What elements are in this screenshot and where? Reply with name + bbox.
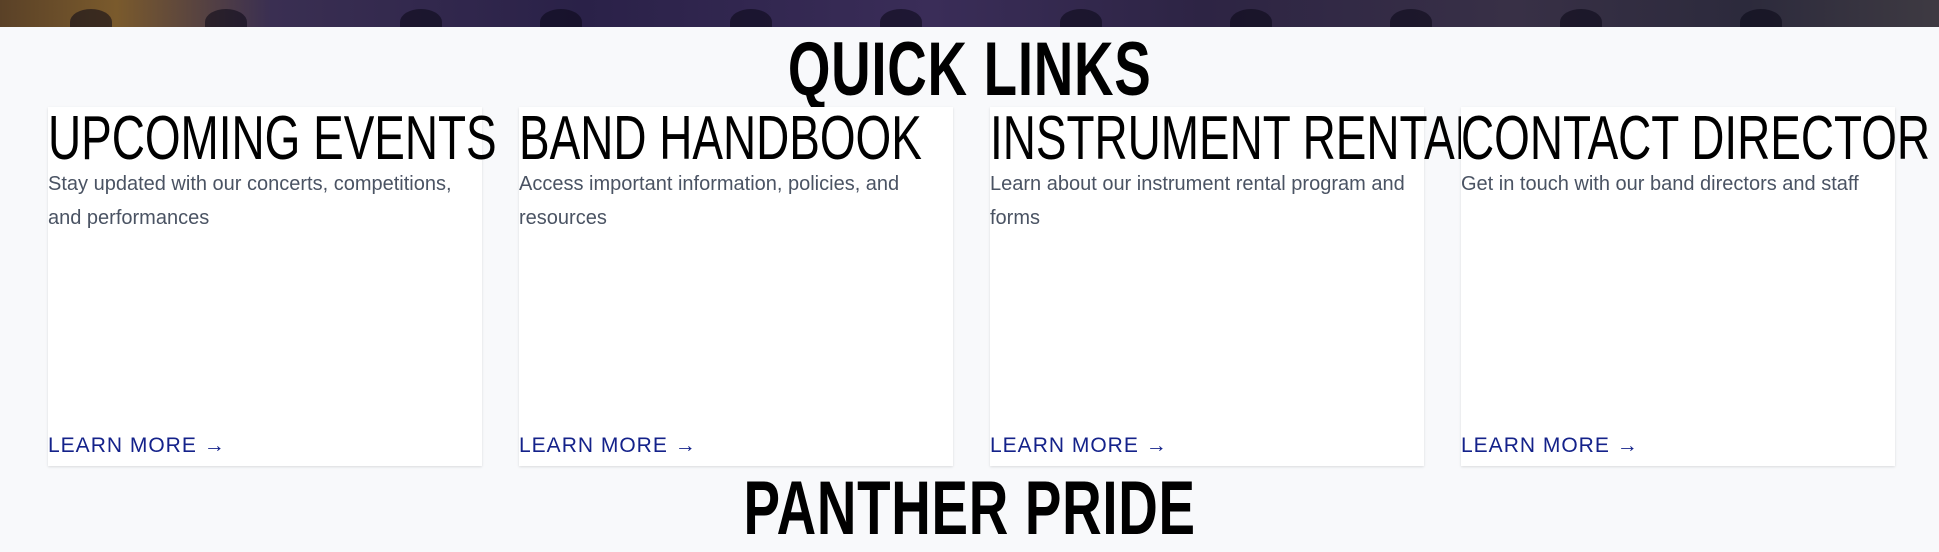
- learn-more-link[interactable]: LEARN MORE →: [519, 434, 697, 458]
- card-title: BAND HANDBOOK: [519, 104, 922, 173]
- crowd-silhouette: [1560, 9, 1602, 27]
- crowd-silhouette: [205, 9, 247, 27]
- hero-image-strip: [0, 0, 1939, 27]
- crowd-silhouette: [1390, 9, 1432, 27]
- quick-link-card-instrument-rental: INSTRUMENT RENTAL Learn about our instru…: [990, 107, 1480, 466]
- card-description: Get in touch with our band directors and…: [1461, 173, 1859, 195]
- learn-more-link[interactable]: LEARN MORE →: [990, 434, 1168, 458]
- crowd-silhouette: [400, 9, 442, 27]
- card-title: CONTACT DIRECTOR: [1461, 104, 1931, 173]
- quick-link-card-band-handbook: BAND HANDBOOK Access important informati…: [519, 107, 953, 466]
- card-description: Access important information, policies, …: [519, 173, 900, 229]
- card-description: Stay updated with our concerts, competit…: [48, 173, 452, 229]
- card-title: INSTRUMENT RENTAL: [990, 104, 1481, 173]
- crowd-silhouette: [880, 9, 922, 27]
- learn-more-link[interactable]: LEARN MORE →: [1461, 434, 1639, 458]
- crowd-silhouette: [70, 9, 112, 27]
- panther-pride-title: PANTHER PRIDE: [743, 466, 1196, 551]
- crowd-silhouette: [1230, 9, 1272, 27]
- card-title: UPCOMING EVENTS: [48, 104, 497, 173]
- learn-more-link[interactable]: LEARN MORE →: [48, 434, 226, 458]
- quick-link-card-upcoming-events: UPCOMING EVENTS Stay updated with our co…: [48, 107, 497, 466]
- crowd-silhouette: [540, 9, 582, 27]
- quick-links-title: QUICK LINKS: [787, 27, 1152, 112]
- crowd-silhouette: [730, 9, 772, 27]
- crowd-silhouette: [1740, 9, 1782, 27]
- quick-links-section: QUICK LINKS UPCOMING EVENTS Stay updated…: [0, 27, 1939, 551]
- quick-link-card-contact-director: CONTACT DIRECTOR Get in touch with our b…: [1461, 107, 1930, 466]
- card-description: Learn about our instrument rental progra…: [990, 173, 1405, 229]
- crowd-silhouette: [1060, 9, 1102, 27]
